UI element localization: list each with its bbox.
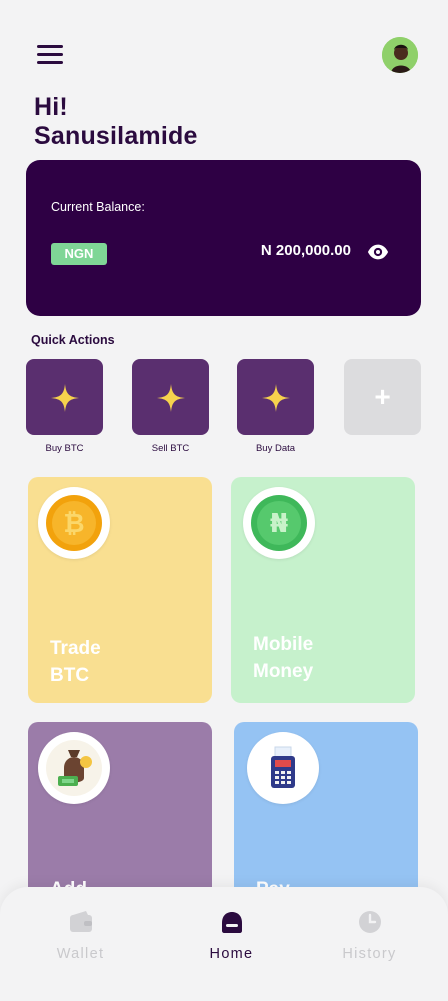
sparkle-icon — [51, 384, 79, 412]
plus-icon: + — [374, 381, 391, 412]
quick-action-label: Buy Data — [255, 443, 296, 454]
currency-badge: NGN — [51, 243, 107, 265]
balance-label: Current Balance: — [51, 200, 145, 214]
greeting: Hi! Sanusilamide — [34, 93, 198, 151]
card-title: Trade BTC — [50, 638, 101, 686]
clock-icon — [358, 911, 381, 933]
bottom-navigation: Wallet Home History — [0, 887, 448, 1001]
pos-terminal-icon — [247, 732, 319, 804]
svg-text:₿: ₿ — [63, 509, 84, 539]
bitcoin-coin-icon: ₿ — [38, 487, 110, 559]
hamburger-menu-icon[interactable] — [36, 43, 66, 67]
money-bag-icon — [38, 732, 110, 804]
trade-btc-card[interactable]: ₿ Trade BTC — [28, 477, 212, 703]
nav-history[interactable]: History — [295, 887, 444, 1001]
nav-label: Wallet — [56, 946, 105, 962]
card-title: Mobile Money — [253, 634, 314, 682]
home-icon — [221, 912, 242, 933]
eye-icon[interactable] — [367, 241, 389, 263]
quick-action-sell-btc[interactable] — [132, 359, 209, 435]
sparkle-icon — [262, 384, 290, 412]
nav-label: Home — [209, 946, 254, 962]
top-bar — [0, 0, 448, 100]
balance-amount: N 200,000.00 — [260, 242, 351, 259]
greeting-username: Sanusilamide — [34, 122, 198, 150]
balance-card: Current Balance: NGN N 200,000.00 — [26, 160, 421, 316]
greeting-hi: Hi! — [34, 93, 68, 121]
quick-action-buy-data[interactable] — [237, 359, 314, 435]
user-avatar[interactable] — [382, 37, 418, 73]
wallet-icon — [69, 911, 92, 932]
svg-text:₦: ₦ — [270, 509, 288, 539]
naira-coin-icon: ₦ — [243, 487, 315, 559]
nav-home[interactable]: Home — [157, 887, 306, 1001]
sparkle-icon — [157, 384, 185, 412]
mobile-money-card[interactable]: ₦ Mobile Money — [231, 477, 415, 703]
quick-action-buy-btc[interactable] — [26, 359, 103, 435]
quick-action-add-button[interactable]: + — [344, 359, 421, 435]
quick-action-label: Buy BTC — [45, 443, 84, 454]
quick-actions-title: Quick Actions — [31, 333, 115, 347]
quick-action-label: Sell BTC — [151, 443, 190, 454]
nav-wallet[interactable]: Wallet — [6, 887, 155, 1001]
nav-label: History — [342, 946, 397, 962]
